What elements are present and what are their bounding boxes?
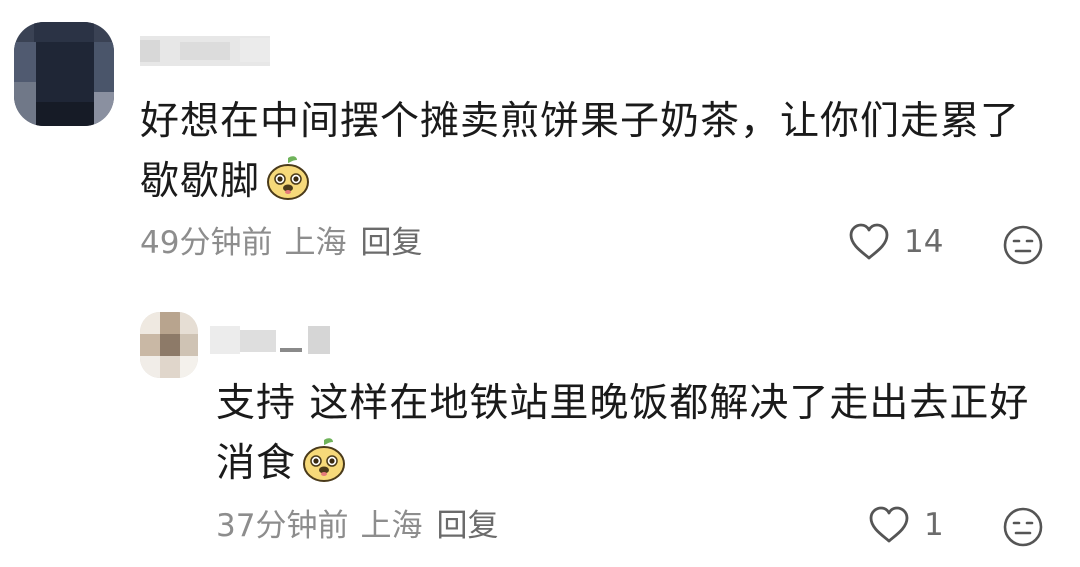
comment-text[interactable]: 支持 这样在地铁站里晚饭都解决了走出去正好消食 xyxy=(216,374,1052,494)
comment-meta: 49分钟前 上海 回复 xyxy=(140,223,422,263)
reply-button[interactable]: 回复 xyxy=(360,225,422,261)
comment-location: 上海 xyxy=(284,225,347,261)
avatar[interactable] xyxy=(140,312,198,378)
username-blurred[interactable] xyxy=(210,318,330,362)
unhappy-face-icon xyxy=(1003,507,1043,547)
comment-text[interactable]: 好想在中间摆个摊卖煎饼果子奶茶，让你们走累了歇歇脚 xyxy=(140,92,1045,212)
comment-time: 37分钟前 xyxy=(216,508,349,544)
like-count: 14 xyxy=(904,224,944,260)
comment-time: 49分钟前 xyxy=(140,225,273,261)
heart-outline-icon xyxy=(849,223,889,260)
like-button[interactable]: 14 xyxy=(848,222,943,262)
comment-location: 上海 xyxy=(360,508,423,544)
like-count: 1 xyxy=(924,507,944,543)
avatar[interactable] xyxy=(14,22,114,126)
cute-dog-face-emoji xyxy=(267,156,310,200)
comment-meta: 37分钟前 上海 回复 xyxy=(216,506,498,546)
reply-button[interactable]: 回复 xyxy=(436,508,498,544)
username-blurred[interactable] xyxy=(140,28,270,72)
like-button[interactable]: 1 xyxy=(868,505,944,545)
heart-outline-icon xyxy=(869,506,909,543)
cute-dog-face-emoji xyxy=(303,438,346,482)
unhappy-face-icon xyxy=(1003,225,1043,265)
dislike-button[interactable] xyxy=(1002,506,1044,552)
dislike-button[interactable] xyxy=(1002,224,1044,270)
